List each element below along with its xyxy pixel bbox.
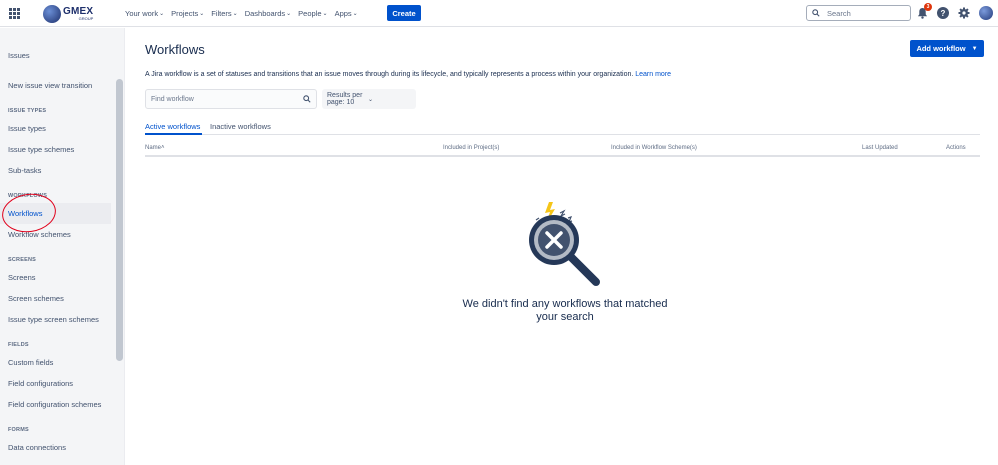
sidebar-item-screens[interactable]: Screens [8, 273, 36, 282]
sidebar-scrollbar[interactable] [116, 79, 123, 361]
active-tab-indicator [145, 133, 202, 135]
column-projects: Included in Project(s) [443, 145, 500, 151]
sidebar: Issues New issue view transition ISSUE T… [0, 28, 125, 465]
sidebar-item-data-connections[interactable]: Data connections [8, 443, 66, 452]
company-logo[interactable]: GMEX GROUP [43, 4, 93, 23]
sidebar-title: Issues [8, 51, 30, 60]
help-icon[interactable]: ? [937, 7, 949, 19]
sidebar-item-field-configurations[interactable]: Field configurations [8, 379, 73, 388]
column-name[interactable]: Name˄ [145, 145, 165, 151]
create-button[interactable]: Create [387, 5, 421, 21]
nav-apps[interactable]: Apps ⌄ [335, 9, 358, 18]
app-switcher-icon[interactable] [9, 8, 20, 19]
chevron-down-icon: ⌄ [352, 11, 358, 17]
learn-more-link[interactable]: Learn more [635, 71, 671, 78]
sidebar-item-issue-types[interactable]: Issue types [8, 124, 46, 133]
results-per-page-select[interactable]: Results per page: 10 ⌄ [322, 89, 416, 109]
sidebar-item-issue-type-screen-schemes[interactable]: Issue type screen schemes [8, 315, 99, 324]
column-workflow-schemes: Included in Workflow Scheme(s) [611, 145, 697, 151]
chevron-down-icon: ⌄ [368, 96, 374, 103]
page-description: A Jira workflow is a set of statuses and… [145, 71, 672, 78]
main-content: Workflows Add workflow ▼ A Jira workflow … [126, 28, 998, 465]
settings-gear-icon[interactable] [958, 7, 970, 19]
chevron-down-icon: ⌄ [286, 11, 292, 17]
search-icon [812, 9, 820, 17]
sidebar-item-sub-tasks[interactable]: Sub-tasks [8, 166, 41, 175]
chevron-down-icon: ⌄ [159, 11, 165, 17]
sidebar-item-field-configuration-schemes[interactable]: Field configuration schemes [8, 400, 101, 409]
sort-ascending-icon: ˄ [161, 145, 165, 151]
add-workflow-button[interactable]: Add workflow ▼ [910, 40, 984, 57]
column-actions: Actions [946, 145, 966, 151]
chevron-down-icon: ⌄ [199, 11, 205, 17]
sidebar-item-new-issue-view-transition[interactable]: New issue view transition [8, 81, 92, 90]
sidebar-group-fields: FIELDS [8, 342, 29, 348]
sidebar-item-custom-fields[interactable]: Custom fields [8, 358, 53, 367]
workflow-tabs: Active workflows Inactive workflows [145, 122, 980, 135]
no-results-magnifier-illustration [529, 202, 600, 286]
sidebar-item-screen-schemes[interactable]: Screen schemes [8, 294, 64, 303]
logo-subtext: GROUP [78, 15, 94, 21]
search-icon [303, 95, 311, 103]
nav-projects[interactable]: Projects ⌄ [171, 9, 204, 18]
chevron-down-icon: ⌄ [322, 11, 328, 17]
find-workflow-input[interactable]: Find workflow [145, 89, 317, 109]
sidebar-group-issue-types: ISSUE TYPES [8, 108, 47, 114]
table-header: Name˄ Included in Project(s) Included in… [145, 145, 980, 157]
chevron-down-icon: ⌄ [232, 11, 238, 17]
empty-state-message: We didn't find any workflows that matche… [462, 298, 668, 323]
user-avatar[interactable] [979, 6, 993, 20]
nav-menu: Your work ⌄ Projects ⌄ Filters ⌄ Dashboards… [125, 0, 365, 27]
globe-logo-icon [43, 4, 61, 23]
sidebar-group-screens: SCREENS [8, 257, 36, 263]
notification-badge: 3 [924, 3, 932, 11]
column-last-updated[interactable]: Last Updated [862, 145, 898, 151]
search-input[interactable]: Search [806, 5, 911, 21]
nav-your-work[interactable]: Your work ⌄ [125, 9, 164, 18]
logo-text: GMEX [63, 5, 94, 17]
tab-inactive-workflows[interactable]: Inactive workflows [210, 122, 271, 131]
sidebar-item-issue-type-schemes[interactable]: Issue type schemes [8, 145, 74, 154]
tab-active-workflows[interactable]: Active workflows [145, 122, 200, 131]
page-title: Workflows [145, 42, 205, 57]
nav-filters[interactable]: Filters ⌄ [211, 9, 237, 18]
nav-people[interactable]: People ⌄ [298, 9, 327, 18]
chevron-down-icon: ▼ [971, 45, 978, 52]
sidebar-group-forms: FORMS [8, 427, 29, 433]
nav-dashboards[interactable]: Dashboards ⌄ [245, 9, 291, 18]
search-placeholder: Search [827, 8, 851, 18]
top-navigation: GMEX GROUP Your work ⌄ Projects ⌄ Filters ⌄… [0, 0, 998, 27]
